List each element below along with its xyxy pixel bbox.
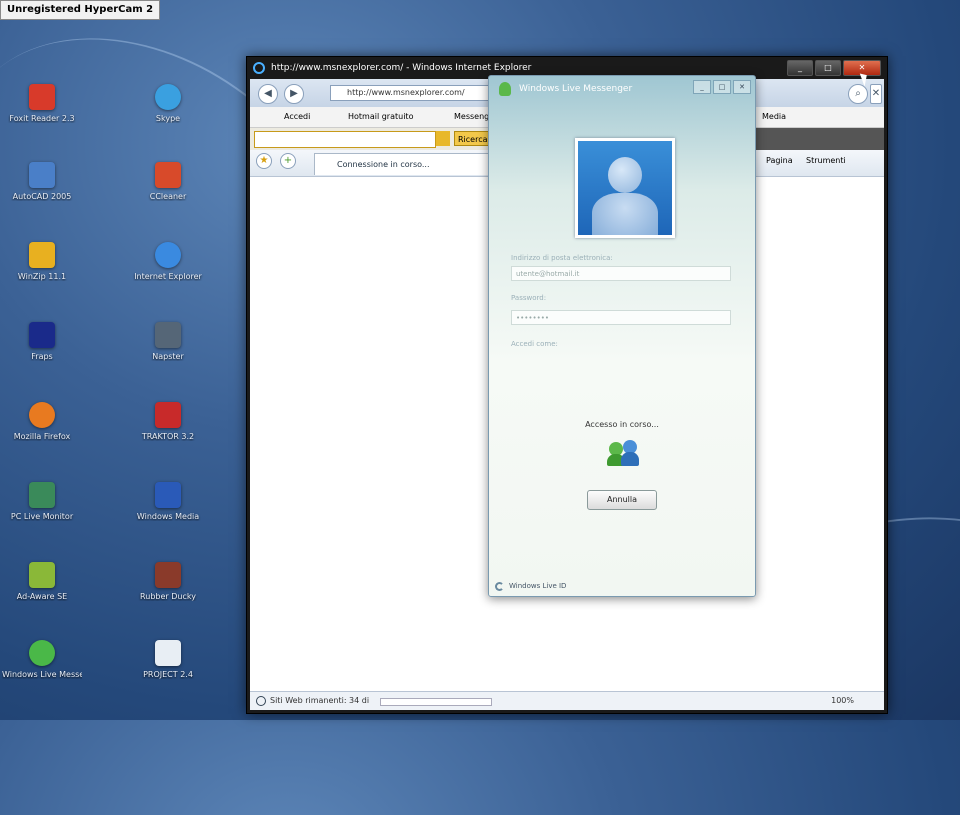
desktop-icon[interactable]: Mozilla Firefox: [2, 402, 82, 441]
signing-in-message: Accesso in corso...: [585, 420, 659, 429]
minimize-button[interactable]: _: [787, 60, 813, 76]
messenger-titlebar[interactable]: Windows Live Messenger _ □ ✕: [489, 76, 755, 102]
desktop-icon[interactable]: Foxit Reader 2.3: [2, 84, 82, 123]
media-player-icon: [155, 482, 181, 508]
password-label: Password:: [511, 294, 547, 302]
messenger-controls: _ □ ✕: [693, 80, 751, 94]
ie-title-text: http://www.msnexplorer.com/ - Windows In…: [271, 63, 532, 73]
messenger-footer: Windows Live ID: [495, 582, 566, 591]
desktop-icon[interactable]: TRAKTOR 3.2: [128, 402, 208, 441]
desktop-icon[interactable]: Windows Live Messenger: [2, 640, 82, 679]
back-button[interactable]: ◀: [258, 84, 278, 104]
signin-status-label: Accedi come:: [511, 340, 558, 348]
maximize-button[interactable]: □: [815, 60, 841, 76]
progress-bar: [380, 698, 492, 706]
napster-icon: [155, 322, 181, 348]
ie-logo-icon: [253, 62, 265, 74]
search-icon[interactable]: ⌕: [848, 84, 868, 104]
desktop-icon[interactable]: AutoCAD 2005: [2, 162, 82, 201]
tab-active[interactable]: Connessione in corso...: [314, 153, 504, 175]
internet-explorer-icon: [155, 242, 181, 268]
loading-icon: [256, 696, 266, 706]
skype-icon: [155, 84, 181, 110]
messenger-title: Windows Live Messenger: [519, 84, 633, 94]
spinner-icon: [495, 582, 504, 591]
hypercam-watermark: Unregistered HyperCam 2: [0, 0, 161, 20]
minimize-button[interactable]: _: [693, 80, 711, 94]
desktop-icon[interactable]: CCleaner: [128, 162, 208, 201]
messenger-logo-icon: [499, 82, 511, 96]
email-label: Indirizzo di posta elettronica:: [511, 254, 613, 262]
toolbar-background: [750, 128, 884, 150]
email-field[interactable]: utente@hotmail.it: [511, 266, 731, 281]
favorites-star-icon[interactable]: ★: [256, 153, 272, 169]
close-tab-icon[interactable]: ✕: [870, 84, 882, 104]
maximize-button[interactable]: □: [713, 80, 731, 94]
monitor-app-icon: [29, 482, 55, 508]
desktop-icon[interactable]: Rubber Ducky: [128, 562, 208, 601]
tools-menu[interactable]: Strumenti: [806, 156, 846, 165]
desktop-icon[interactable]: Ad-Aware SE: [2, 562, 82, 601]
fraps-icon: [29, 322, 55, 348]
password-field[interactable]: ••••••••: [511, 310, 731, 325]
search-input[interactable]: [254, 131, 436, 148]
close-button[interactable]: ✕: [733, 80, 751, 94]
link-hotmail[interactable]: Hotmail gratuito: [348, 107, 413, 127]
footer-text[interactable]: Windows Live ID: [509, 582, 566, 590]
traktor-icon: [155, 402, 181, 428]
desktop-icon[interactable]: Windows Media: [128, 482, 208, 521]
link-accedi[interactable]: Accedi: [284, 107, 310, 127]
link-media[interactable]: Media: [762, 107, 786, 127]
desktop-icon[interactable]: Fraps: [2, 322, 82, 361]
search-dropdown[interactable]: [436, 131, 450, 146]
avatar-head: [608, 157, 642, 193]
messenger-window: Windows Live Messenger _ □ ✕ Indirizzo d…: [488, 75, 756, 597]
desktop-icon[interactable]: Skype: [128, 84, 208, 123]
status-text: Siti Web rimanenti: 34 di: [270, 696, 370, 705]
desktop-icon[interactable]: Napster: [128, 322, 208, 361]
messenger-app-icon: [29, 640, 55, 666]
desktop-icon[interactable]: Internet Explorer: [128, 242, 208, 281]
status-bar: Siti Web rimanenti: 34 di 100%: [250, 691, 884, 710]
cancel-button[interactable]: Annulla: [587, 490, 657, 510]
buddy-blue-body: [621, 452, 639, 466]
adaware-icon: [29, 562, 55, 588]
cad-app-icon: [29, 162, 55, 188]
messenger-buddies-icon: [607, 438, 641, 466]
winzip-icon: [29, 242, 55, 268]
window-controls: _ □ ✕: [787, 60, 881, 76]
add-favorites-icon[interactable]: +: [280, 153, 296, 169]
ccleaner-icon: [155, 162, 181, 188]
forward-button[interactable]: ▶: [284, 84, 304, 104]
desktop-icon[interactable]: PROJECT 2.4: [128, 640, 208, 679]
avatar-body: [592, 193, 658, 235]
display-picture: [575, 138, 675, 238]
page-menu[interactable]: Pagina: [766, 156, 793, 165]
pdf-app-icon: [29, 84, 55, 110]
zoom-level[interactable]: 100%: [831, 692, 854, 710]
desktop-icon[interactable]: PC Live Monitor: [2, 482, 82, 521]
document-icon: [155, 640, 181, 666]
app-icon: [155, 562, 181, 588]
desktop-icon[interactable]: WinZip 11.1: [2, 242, 82, 281]
firefox-icon: [29, 402, 55, 428]
address-input[interactable]: http://www.msnexplorer.com/: [330, 85, 508, 101]
